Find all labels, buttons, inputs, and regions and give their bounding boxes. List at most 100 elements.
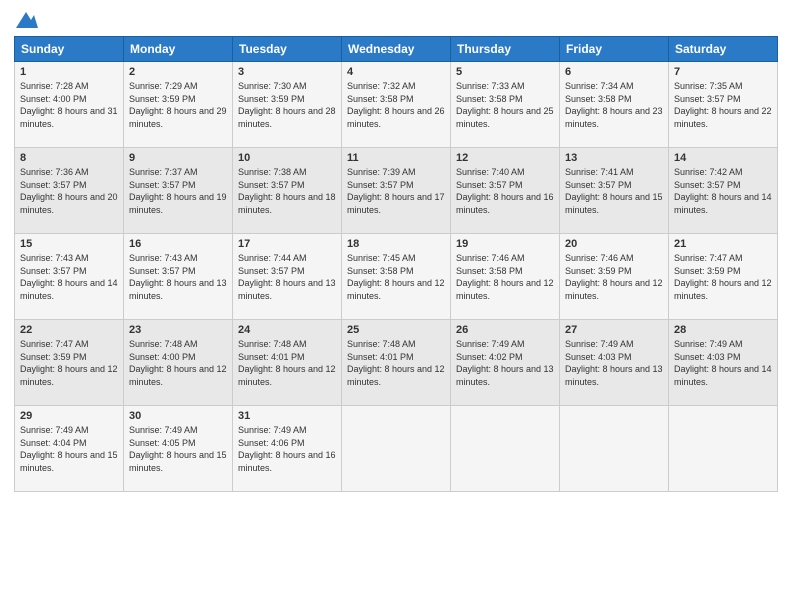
table-row: 19 Sunrise: 7:46 AMSunset: 3:58 PMDayligh… bbox=[451, 234, 560, 320]
day-info: Sunrise: 7:43 AMSunset: 3:57 PMDaylight:… bbox=[20, 252, 118, 302]
calendar-table: Sunday Monday Tuesday Wednesday Thursday… bbox=[14, 36, 778, 492]
calendar-week-row: 1 Sunrise: 7:28 AMSunset: 4:00 PMDaylight… bbox=[15, 62, 778, 148]
table-row: 29 Sunrise: 7:49 AMSunset: 4:04 PMDayligh… bbox=[15, 406, 124, 492]
day-number: 28 bbox=[674, 324, 772, 336]
day-info: Sunrise: 7:43 AMSunset: 3:57 PMDaylight:… bbox=[129, 252, 227, 302]
table-row: 14Sunrise: 7:42 AMSunset: 3:57 PMDayligh… bbox=[669, 148, 778, 234]
day-info: Sunrise: 7:29 AMSunset: 3:59 PMDaylight:… bbox=[129, 80, 227, 130]
day-number: 17 bbox=[238, 238, 336, 250]
day-number: 7 bbox=[674, 66, 772, 78]
header-sunday: Sunday bbox=[15, 37, 124, 62]
day-info: Sunrise: 7:49 AMSunset: 4:05 PMDaylight:… bbox=[129, 424, 227, 474]
day-info: Sunrise: 7:34 AMSunset: 3:58 PMDaylight:… bbox=[565, 80, 663, 130]
table-row: 12 Sunrise: 7:40 AMSunset: 3:57 PMDayligh… bbox=[451, 148, 560, 234]
table-row: 2 Sunrise: 7:29 AMSunset: 3:59 PMDaylight… bbox=[124, 62, 233, 148]
day-info: Sunrise: 7:35 AMSunset: 3:57 PMDaylight:… bbox=[674, 80, 772, 130]
table-row: 21 Sunrise: 7:47 AMSunset: 3:59 PMDayligh… bbox=[669, 234, 778, 320]
table-row: 15 Sunrise: 7:43 AMSunset: 3:57 PMDayligh… bbox=[15, 234, 124, 320]
day-number: 21 bbox=[674, 238, 772, 250]
table-row: 27 Sunrise: 7:49 AMSunset: 4:03 PMDayligh… bbox=[560, 320, 669, 406]
day-info: Sunrise: 7:48 AMSunset: 4:01 PMDaylight:… bbox=[347, 338, 445, 388]
day-info: Sunrise: 7:48 AMSunset: 4:01 PMDaylight:… bbox=[238, 338, 336, 388]
day-number: 29 bbox=[20, 410, 118, 422]
calendar-header-row: Sunday Monday Tuesday Wednesday Thursday… bbox=[15, 37, 778, 62]
day-info: Sunrise: 7:28 AMSunset: 4:00 PMDaylight:… bbox=[20, 80, 118, 130]
table-row: 31 Sunrise: 7:49 AMSunset: 4:06 PMDayligh… bbox=[233, 406, 342, 492]
header-thursday: Thursday bbox=[451, 37, 560, 62]
table-row: 7 Sunrise: 7:35 AMSunset: 3:57 PMDaylight… bbox=[669, 62, 778, 148]
table-row: 6 Sunrise: 7:34 AMSunset: 3:58 PMDaylight… bbox=[560, 62, 669, 148]
calendar-week-row: 22 Sunrise: 7:47 AMSunset: 3:59 PMDayligh… bbox=[15, 320, 778, 406]
day-info: Sunrise: 7:49 AMSunset: 4:04 PMDaylight:… bbox=[20, 424, 118, 474]
day-info: Sunrise: 7:46 AMSunset: 3:59 PMDaylight:… bbox=[565, 252, 663, 302]
table-row: 22 Sunrise: 7:47 AMSunset: 3:59 PMDayligh… bbox=[15, 320, 124, 406]
day-number: 13 bbox=[565, 152, 663, 164]
table-row: 8Sunrise: 7:36 AMSunset: 3:57 PMDaylight… bbox=[15, 148, 124, 234]
day-number: 6 bbox=[565, 66, 663, 78]
day-number: 26 bbox=[456, 324, 554, 336]
table-row: 1 Sunrise: 7:28 AMSunset: 4:00 PMDaylight… bbox=[15, 62, 124, 148]
table-row: 4Sunrise: 7:32 AMSunset: 3:58 PMDaylight… bbox=[342, 62, 451, 148]
day-number: 25 bbox=[347, 324, 445, 336]
day-number: 3 bbox=[238, 66, 336, 78]
day-number: 23 bbox=[129, 324, 227, 336]
day-info: Sunrise: 7:49 AMSunset: 4:02 PMDaylight:… bbox=[456, 338, 554, 388]
table-row bbox=[669, 406, 778, 492]
day-info: Sunrise: 7:36 AMSunset: 3:57 PMDaylight:… bbox=[20, 166, 118, 216]
table-row: 23 Sunrise: 7:48 AMSunset: 4:00 PMDayligh… bbox=[124, 320, 233, 406]
calendar-week-row: 15 Sunrise: 7:43 AMSunset: 3:57 PMDayligh… bbox=[15, 234, 778, 320]
calendar-week-row: 8Sunrise: 7:36 AMSunset: 3:57 PMDaylight… bbox=[15, 148, 778, 234]
table-row: 10Sunrise: 7:38 AMSunset: 3:57 PMDayligh… bbox=[233, 148, 342, 234]
day-info: Sunrise: 7:44 AMSunset: 3:57 PMDaylight:… bbox=[238, 252, 336, 302]
day-info: Sunrise: 7:47 AMSunset: 3:59 PMDaylight:… bbox=[20, 338, 118, 388]
day-info: Sunrise: 7:40 AMSunset: 3:57 PMDaylight:… bbox=[456, 166, 554, 216]
table-row bbox=[560, 406, 669, 492]
table-row: 9Sunrise: 7:37 AMSunset: 3:57 PMDaylight… bbox=[124, 148, 233, 234]
table-row: 3 Sunrise: 7:30 AMSunset: 3:59 PMDaylight… bbox=[233, 62, 342, 148]
table-row: 11Sunrise: 7:39 AMSunset: 3:57 PMDayligh… bbox=[342, 148, 451, 234]
table-row: 28 Sunrise: 7:49 AMSunset: 4:03 PMDayligh… bbox=[669, 320, 778, 406]
header-monday: Monday bbox=[124, 37, 233, 62]
day-info: Sunrise: 7:49 AMSunset: 4:03 PMDaylight:… bbox=[565, 338, 663, 388]
day-number: 27 bbox=[565, 324, 663, 336]
day-number: 22 bbox=[20, 324, 118, 336]
day-number: 31 bbox=[238, 410, 336, 422]
day-info: Sunrise: 7:37 AMSunset: 3:57 PMDaylight:… bbox=[129, 166, 227, 216]
day-number: 18 bbox=[347, 238, 445, 250]
day-info: Sunrise: 7:48 AMSunset: 4:00 PMDaylight:… bbox=[129, 338, 227, 388]
table-row: 16 Sunrise: 7:43 AMSunset: 3:57 PMDayligh… bbox=[124, 234, 233, 320]
calendar-body: 1 Sunrise: 7:28 AMSunset: 4:00 PMDaylight… bbox=[15, 62, 778, 492]
table-row: 18Sunrise: 7:45 AMSunset: 3:58 PMDayligh… bbox=[342, 234, 451, 320]
header bbox=[14, 10, 778, 28]
day-number: 1 bbox=[20, 66, 118, 78]
day-number: 4 bbox=[347, 66, 445, 78]
day-number: 16 bbox=[129, 238, 227, 250]
day-info: Sunrise: 7:30 AMSunset: 3:59 PMDaylight:… bbox=[238, 80, 336, 130]
day-number: 19 bbox=[456, 238, 554, 250]
day-info: Sunrise: 7:47 AMSunset: 3:59 PMDaylight:… bbox=[674, 252, 772, 302]
table-row: 13 Sunrise: 7:41 AMSunset: 3:57 PMDayligh… bbox=[560, 148, 669, 234]
table-row: 30Sunrise: 7:49 AMSunset: 4:05 PMDayligh… bbox=[124, 406, 233, 492]
day-number: 15 bbox=[20, 238, 118, 250]
day-info: Sunrise: 7:46 AMSunset: 3:58 PMDaylight:… bbox=[456, 252, 554, 302]
table-row: 17 Sunrise: 7:44 AMSunset: 3:57 PMDayligh… bbox=[233, 234, 342, 320]
table-row: 20 Sunrise: 7:46 AMSunset: 3:59 PMDayligh… bbox=[560, 234, 669, 320]
header-wednesday: Wednesday bbox=[342, 37, 451, 62]
calendar-week-row: 29 Sunrise: 7:49 AMSunset: 4:04 PMDayligh… bbox=[15, 406, 778, 492]
day-number: 20 bbox=[565, 238, 663, 250]
day-number: 12 bbox=[456, 152, 554, 164]
table-row bbox=[342, 406, 451, 492]
logo bbox=[14, 10, 38, 28]
table-row: 26 Sunrise: 7:49 AMSunset: 4:02 PMDayligh… bbox=[451, 320, 560, 406]
day-number: 2 bbox=[129, 66, 227, 78]
day-info: Sunrise: 7:49 AMSunset: 4:06 PMDaylight:… bbox=[238, 424, 336, 474]
table-row: 24 Sunrise: 7:48 AMSunset: 4:01 PMDayligh… bbox=[233, 320, 342, 406]
day-info: Sunrise: 7:49 AMSunset: 4:03 PMDaylight:… bbox=[674, 338, 772, 388]
logo-bird-icon bbox=[16, 10, 38, 28]
day-info: Sunrise: 7:33 AMSunset: 3:58 PMDaylight:… bbox=[456, 80, 554, 130]
day-info: Sunrise: 7:39 AMSunset: 3:57 PMDaylight:… bbox=[347, 166, 445, 216]
day-number: 24 bbox=[238, 324, 336, 336]
header-friday: Friday bbox=[560, 37, 669, 62]
header-saturday: Saturday bbox=[669, 37, 778, 62]
day-info: Sunrise: 7:41 AMSunset: 3:57 PMDaylight:… bbox=[565, 166, 663, 216]
